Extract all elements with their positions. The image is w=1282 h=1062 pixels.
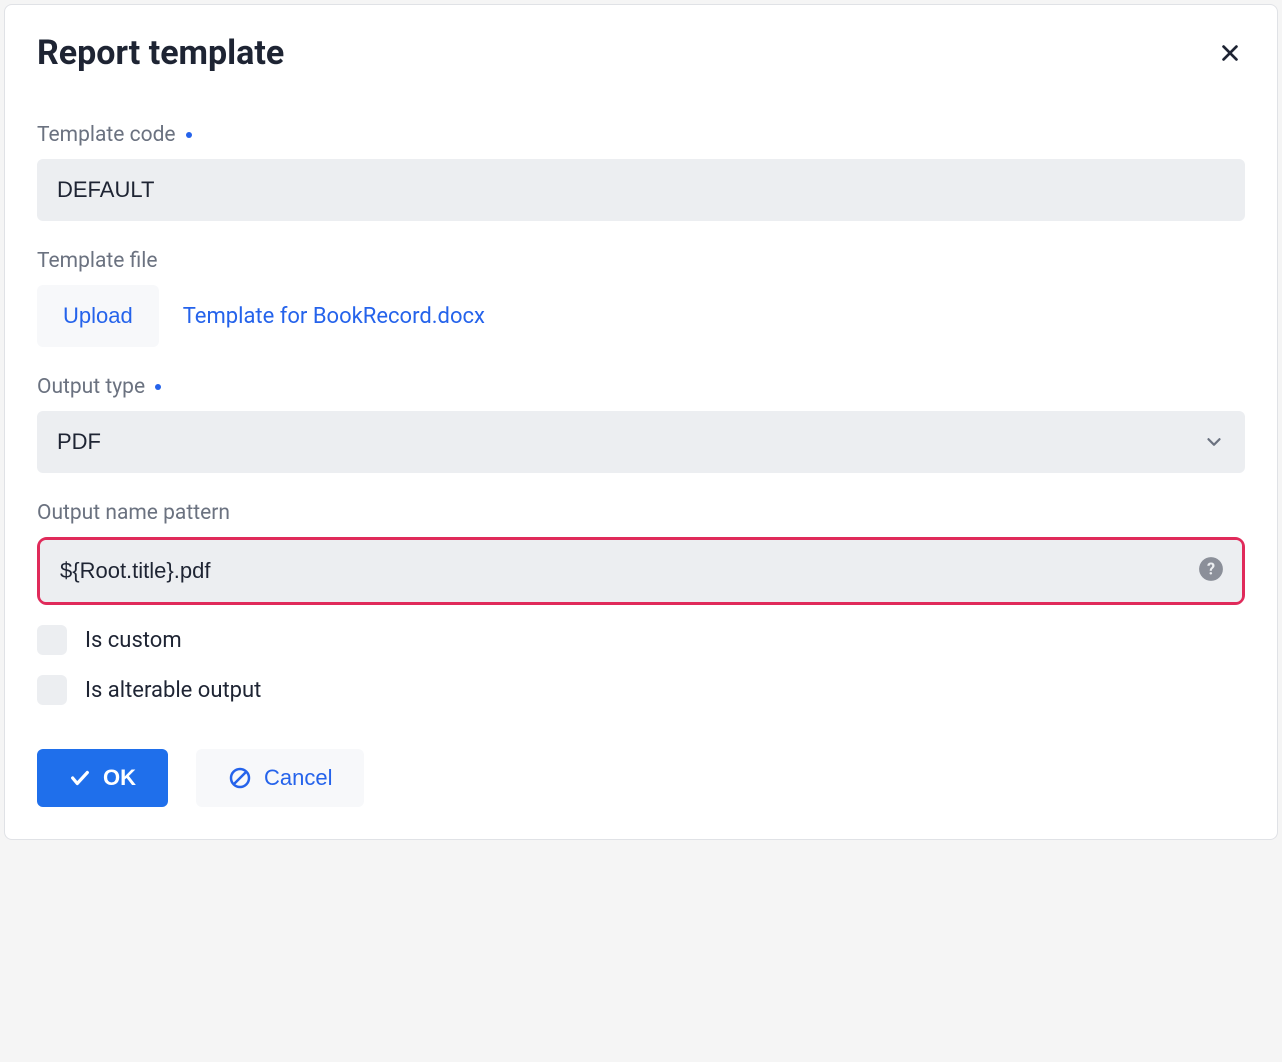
template-file-row: Upload Template for BookRecord.docx bbox=[37, 285, 1245, 347]
output-type-label: Output type bbox=[37, 375, 1245, 399]
ok-button[interactable]: OK bbox=[37, 749, 168, 807]
output-name-pattern-label-text: Output name pattern bbox=[37, 501, 230, 525]
template-file-label: Template file bbox=[37, 249, 1245, 273]
output-name-pattern-label: Output name pattern bbox=[37, 501, 1245, 525]
svg-text:?: ? bbox=[1207, 559, 1215, 578]
is-alterable-row: Is alterable output bbox=[37, 675, 1245, 705]
template-code-label: Template code bbox=[37, 123, 1245, 147]
is-alterable-checkbox[interactable] bbox=[37, 675, 67, 705]
cancel-button-label: Cancel bbox=[264, 765, 332, 791]
output-type-select[interactable]: PDF bbox=[37, 411, 1245, 473]
cancel-icon bbox=[228, 766, 252, 790]
required-indicator bbox=[155, 384, 161, 390]
output-name-pattern-field: Output name pattern ? bbox=[37, 501, 1245, 605]
template-code-input[interactable] bbox=[37, 159, 1245, 221]
dialog-title: Report template bbox=[37, 33, 284, 73]
is-custom-label: Is custom bbox=[85, 628, 182, 653]
template-code-field: Template code bbox=[37, 123, 1245, 221]
output-name-pattern-row: ? bbox=[37, 537, 1245, 605]
help-icon[interactable]: ? bbox=[1198, 556, 1224, 586]
required-indicator bbox=[186, 132, 192, 138]
output-name-pattern-input[interactable] bbox=[40, 540, 1242, 602]
is-custom-checkbox[interactable] bbox=[37, 625, 67, 655]
dialog-header: Report template bbox=[37, 33, 1245, 73]
template-file-label-text: Template file bbox=[37, 249, 157, 273]
template-code-label-text: Template code bbox=[37, 123, 176, 147]
template-file-link[interactable]: Template for BookRecord.docx bbox=[183, 304, 485, 329]
close-icon bbox=[1219, 42, 1241, 64]
check-icon bbox=[69, 767, 91, 789]
output-type-label-text: Output type bbox=[37, 375, 145, 399]
dialog-button-row: OK Cancel bbox=[37, 749, 1245, 807]
output-type-field: Output type PDF bbox=[37, 375, 1245, 473]
ok-button-label: OK bbox=[103, 765, 136, 791]
is-custom-row: Is custom bbox=[37, 625, 1245, 655]
template-file-field: Template file Upload Template for BookRe… bbox=[37, 249, 1245, 347]
close-button[interactable] bbox=[1215, 38, 1245, 68]
output-type-select-wrap: PDF bbox=[37, 411, 1245, 473]
report-template-dialog: Report template Template code Template f… bbox=[4, 4, 1278, 840]
is-alterable-label: Is alterable output bbox=[85, 678, 261, 703]
cancel-button[interactable]: Cancel bbox=[196, 749, 364, 807]
upload-button[interactable]: Upload bbox=[37, 285, 159, 347]
